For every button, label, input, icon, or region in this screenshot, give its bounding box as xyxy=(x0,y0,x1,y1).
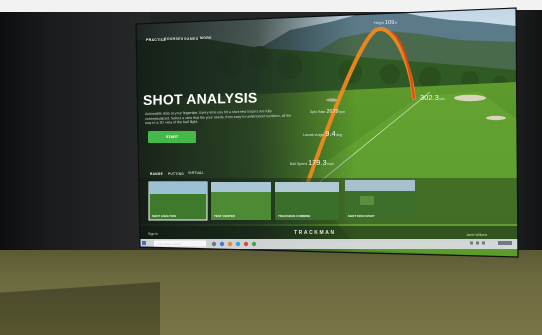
start-button[interactable]: START xyxy=(148,131,196,143)
card-test-center[interactable]: TEST CENTER xyxy=(214,214,235,218)
stat-total-unit: yds xyxy=(439,97,445,101)
stat-ball-speed-unit: mph xyxy=(327,162,335,166)
tab-virtual[interactable]: VIRTUAL xyxy=(188,171,204,175)
stat-launch-value: 9.4 xyxy=(325,129,336,138)
stat-spin-label: Spin Rate xyxy=(310,110,326,114)
stat-height-value: 109 xyxy=(385,20,395,26)
stat-spin-rate: Spin Rate2679rpm xyxy=(310,109,345,115)
stat-total: 302.3yds xyxy=(420,93,445,102)
simulator-room-photo: PRACTICE COURSES GAMES MORE SHOT ANALYSI… xyxy=(0,0,542,335)
stat-launch-unit: deg xyxy=(336,133,342,137)
page-title: SHOT ANALYSIS xyxy=(143,89,258,108)
stat-ball-speed-value: 179.3 xyxy=(307,158,327,167)
stat-total-value: 302.3 xyxy=(420,93,439,102)
tab-putting[interactable]: PUTTING xyxy=(168,172,184,176)
tab-more[interactable]: MORE xyxy=(200,36,212,40)
stat-height-unit: ft xyxy=(394,21,397,25)
stat-spin-value: 2679 xyxy=(326,109,339,115)
tab-games[interactable]: GAMES xyxy=(184,37,198,41)
stat-height-label: Height xyxy=(374,21,385,25)
trackman-logo: TRACKMAN xyxy=(294,230,336,236)
stat-ball-speed-label: Ball Speed xyxy=(290,162,307,166)
stat-spin-unit: rpm xyxy=(339,110,346,114)
stat-launch-angle: Launch Angle9.4deg xyxy=(303,129,342,138)
card-shot-discovery[interactable]: SHOT DISCOVERY xyxy=(348,214,375,218)
card-trackman-combine[interactable]: TRACKMAN COMBINE xyxy=(278,214,310,218)
stat-ball-speed: Ball Speed179.3mph xyxy=(290,158,334,167)
sign-in-link[interactable]: Sign in xyxy=(148,232,158,236)
page-description: Actionable data at your fingertips. Ever… xyxy=(145,109,292,126)
user-name[interactable]: Jamie Williams xyxy=(466,233,487,237)
stat-launch-label: Launch Angle xyxy=(303,133,325,137)
stat-height: Height109ft xyxy=(374,20,397,26)
tab-courses[interactable]: COURSES xyxy=(164,37,183,41)
tab-range[interactable]: RANGE xyxy=(150,172,163,176)
taskbar-search[interactable]: Type here to search xyxy=(157,242,182,246)
card-shot-analysis[interactable]: SHOT ANALYSIS xyxy=(152,214,176,218)
